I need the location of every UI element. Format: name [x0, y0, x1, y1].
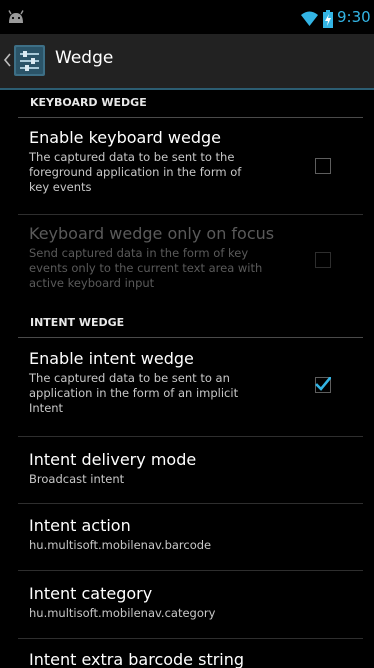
divider — [18, 214, 363, 215]
pref-title: Intent action — [29, 516, 131, 535]
settings-app-icon[interactable] — [14, 45, 45, 76]
divider — [18, 638, 363, 639]
pref-summary: Broadcast intent — [29, 472, 125, 486]
wifi-icon — [301, 11, 318, 26]
pref-keyboard-wedge-focus: Keyboard wedge only on focus Send captur… — [18, 224, 363, 300]
summary-line: foreground application in the form of — [29, 165, 242, 179]
summary-line: key events — [29, 180, 92, 194]
divider — [18, 503, 363, 504]
pref-title: Intent extra barcode string — [29, 650, 245, 668]
status-bar: 9:30 — [0, 0, 374, 34]
pref-title: Intent category — [29, 584, 153, 603]
checkmark-icon — [315, 377, 331, 391]
pref-summary: hu.multisoft.mobilenav.barcode — [29, 538, 212, 552]
section-header-label: INTENT WEDGE — [30, 316, 125, 329]
summary-line: events only to the current text area wit… — [29, 261, 263, 275]
pref-intent-action[interactable]: Intent action hu.multisoft.mobilenav.bar… — [18, 516, 363, 564]
summary-line: application in the form of an implicit — [29, 386, 239, 400]
battery-icon — [323, 10, 333, 28]
action-bar: Wedge — [0, 34, 374, 90]
pref-intent-category[interactable]: Intent category hu.multisoft.mobilenav.c… — [18, 584, 363, 632]
summary-line: The captured data to be sent to an — [29, 371, 230, 385]
android-icon — [8, 10, 24, 23]
section-header-label: KEYBOARD WEDGE — [30, 96, 147, 109]
pref-enable-keyboard-wedge[interactable]: Enable keyboard wedge The captured data … — [18, 128, 363, 208]
pref-title: Keyboard wedge only on focus — [29, 224, 275, 243]
up-icon[interactable] — [3, 53, 11, 67]
summary-line: Intent — [29, 401, 64, 415]
divider — [18, 436, 363, 437]
checkbox-keyboard-wedge-focus — [315, 252, 331, 268]
pref-intent-delivery-mode[interactable]: Intent delivery mode Broadcast intent — [18, 450, 363, 498]
pref-title: Enable keyboard wedge — [29, 128, 221, 147]
summary-line: The captured data to be sent to the — [29, 150, 235, 164]
checkbox-enable-keyboard-wedge[interactable] — [315, 158, 331, 174]
summary-line: Send captured data in the form of key — [29, 246, 249, 260]
pref-title: Enable intent wedge — [29, 349, 194, 368]
pref-summary: The captured data to be sent to an appli… — [29, 371, 363, 416]
pref-intent-extra-barcode[interactable]: Intent extra barcode string — [18, 650, 363, 668]
pref-enable-intent-wedge[interactable]: Enable intent wedge The captured data to… — [18, 349, 363, 429]
pref-summary: Send captured data in the form of key ev… — [29, 246, 363, 291]
action-bar-title: Wedge — [55, 48, 114, 68]
section-header-keyboard-wedge: KEYBOARD WEDGE — [18, 90, 363, 118]
section-header-intent-wedge: INTENT WEDGE — [18, 310, 363, 338]
pref-title: Intent delivery mode — [29, 450, 197, 469]
pref-summary: hu.multisoft.mobilenav.category — [29, 606, 216, 620]
status-clock: 9:30 — [337, 8, 371, 26]
divider — [18, 570, 363, 571]
checkbox-enable-intent-wedge[interactable] — [315, 377, 331, 393]
summary-line: active keyboard input — [29, 276, 155, 290]
pref-summary: The captured data to be sent to the fore… — [29, 150, 363, 195]
